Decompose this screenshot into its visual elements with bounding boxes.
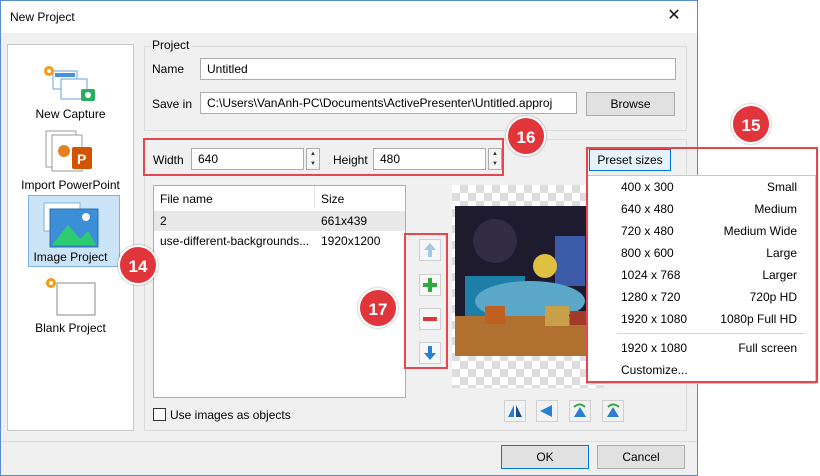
table-row[interactable]: 2 661x439 (154, 211, 405, 231)
callout-badge-15: 15 (731, 104, 771, 144)
image-preview (455, 206, 602, 356)
svg-text:P: P (77, 151, 86, 167)
file-name-cell: use-different-backgrounds... (160, 234, 310, 248)
browse-button[interactable]: Browse (586, 92, 675, 116)
callout-badge-16: 16 (506, 116, 546, 156)
rotate-left-button[interactable] (602, 400, 624, 422)
rotate-right-button[interactable] (569, 400, 591, 422)
callout-box-preset-menu (586, 147, 818, 383)
use-images-label: Use images as objects (170, 408, 291, 422)
use-images-checkbox[interactable] (153, 408, 166, 421)
name-label: Name (152, 62, 185, 76)
cancel-button[interactable]: Cancel (597, 445, 685, 469)
flip-horizontal-icon (508, 405, 522, 417)
column-file-name[interactable]: File name (160, 192, 213, 206)
blank-project-icon[interactable] (41, 273, 101, 319)
mode-image-project[interactable]: Image Project (8, 250, 133, 264)
mode-blank-project[interactable]: Blank Project (8, 321, 133, 335)
preview-photo-art (455, 206, 602, 356)
image-project-icon[interactable] (42, 201, 106, 251)
rotate-right-icon (573, 403, 586, 417)
callout-badge-14: 14 (118, 245, 158, 285)
mode-new-capture[interactable]: New Capture (8, 107, 133, 121)
save-in-label: Save in (152, 97, 193, 111)
title-bar: New Project ✕ (1, 1, 697, 33)
project-type-panel: New Capture P Import PowerPoint Image Pr… (7, 44, 134, 431)
table-row[interactable]: use-different-backgrounds... 1920x1200 (154, 231, 405, 251)
list-header: File name Size (154, 186, 405, 208)
flip-vertical-icon (540, 405, 552, 417)
file-size-cell: 661x439 (321, 214, 368, 228)
powerpoint-icon[interactable]: P (44, 129, 98, 177)
callout-box-size-fields (143, 138, 504, 176)
flip-vertical-button[interactable] (536, 400, 558, 422)
rotate-left-icon (607, 403, 620, 417)
dialog-title: New Project (10, 10, 75, 24)
save-in-input[interactable]: C:\Users\VanAnh-PC\Documents\ActivePrese… (200, 92, 577, 114)
ok-button[interactable]: OK (501, 445, 589, 469)
flip-horizontal-button[interactable] (504, 400, 526, 422)
project-legend: Project (150, 38, 192, 52)
column-divider (314, 186, 315, 208)
dialog-footer (1, 441, 697, 475)
file-size-cell: 1920x1200 (321, 234, 381, 248)
mode-import-powerpoint[interactable]: Import PowerPoint (8, 178, 133, 192)
callout-box-list-buttons (404, 233, 448, 369)
column-size[interactable]: Size (321, 192, 344, 206)
name-input[interactable]: Untitled (200, 58, 676, 80)
new-capture-icon[interactable] (41, 59, 101, 105)
callout-badge-17: 17 (358, 288, 398, 328)
file-name-cell: 2 (160, 214, 167, 228)
close-icon[interactable]: ✕ (665, 7, 683, 25)
